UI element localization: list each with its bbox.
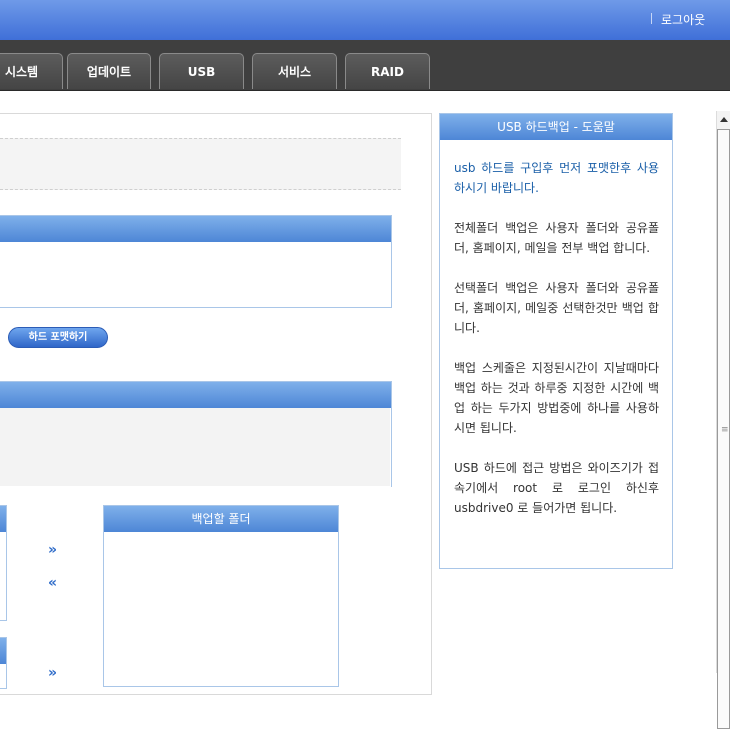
help-paragraph: 전체폴더 백업은 사용자 폴더와 공유폴더, 홈페이지, 메일을 전부 백업 합… — [454, 221, 659, 255]
double-chevron-left-icon[interactable]: « — [48, 576, 57, 590]
tab-system[interactable]: 시스템 — [0, 53, 63, 89]
help-paragraph: 백업 스케줄은 지정된시간이 지날때마다 백업 하는 것과 하루중 지정한 시간… — [454, 361, 659, 435]
double-chevron-right-icon-2[interactable]: » — [48, 666, 57, 680]
usb-status-box — [0, 215, 392, 308]
tab-raid[interactable]: RAID — [345, 53, 430, 89]
help-paragraph: USB 하드에 접근 방법은 와이즈기가 접속기에서 root 로 로그인 하신… — [454, 461, 659, 515]
usb-status-header — [0, 216, 391, 242]
source-folder-header-2 — [0, 638, 6, 664]
info-box — [0, 138, 401, 190]
backup-settings-header — [0, 382, 391, 408]
backup-options-area — [0, 408, 390, 486]
help-panel: USB 하드백업 - 도움말 usb 하드를 구입후 먼저 포맷한후 사용하시기… — [439, 113, 673, 569]
help-paragraph: usb 하드를 구입후 먼저 포맷한후 사용하시기 바랍니다. — [454, 161, 659, 195]
scroll-up-icon[interactable] — [720, 117, 728, 122]
source-folder-box — [0, 505, 7, 621]
double-chevron-right-icon[interactable]: » — [48, 543, 57, 557]
logout-link[interactable]: 로그아웃 — [661, 11, 705, 28]
scrollbar-thumb[interactable]: ≡ — [717, 129, 730, 729]
nav-bar: 시스템 업데이트 USB 서비스 RAID — [0, 40, 730, 91]
divider — [651, 13, 652, 24]
vertical-scrollbar[interactable]: ≡ — [716, 111, 730, 729]
backup-folder-box: 백업할 폴더 — [103, 505, 339, 687]
tab-usb[interactable]: USB — [159, 53, 244, 89]
help-paragraph: 선택폴더 백업은 사용자 폴더와 공유폴더, 홈페이지, 메일중 선택한것만 백… — [454, 281, 659, 335]
tab-service[interactable]: 서비스 — [252, 53, 337, 89]
tab-update[interactable]: 업데이트 — [67, 53, 151, 89]
help-title: USB 하드백업 - 도움말 — [440, 114, 672, 140]
help-text: usb 하드를 구입후 먼저 포맷한후 사용하시기 바랍니다. 전체폴더 백업은… — [440, 140, 672, 518]
source-folder-header — [0, 506, 6, 532]
grip-icon: ≡ — [721, 425, 729, 435]
source-folder-box-2 — [0, 637, 7, 689]
backup-folder-title: 백업할 폴더 — [104, 506, 338, 532]
top-bar: 로그아웃 — [0, 0, 730, 40]
format-button[interactable]: 하드 포맷하기 — [8, 327, 108, 348]
